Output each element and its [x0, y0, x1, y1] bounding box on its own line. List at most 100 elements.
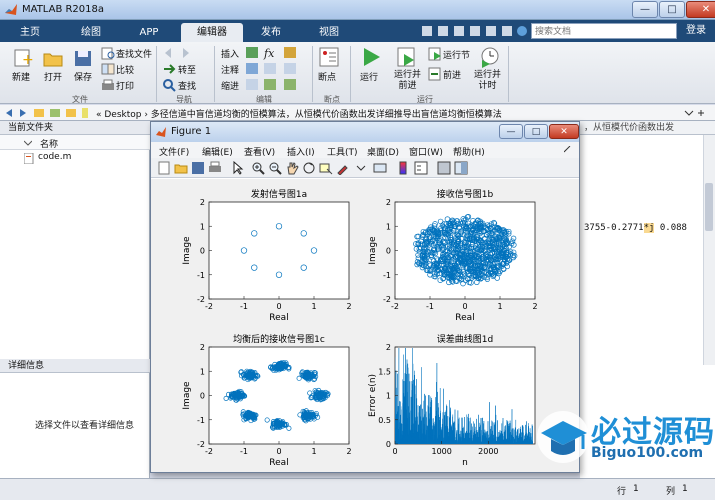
- menu-file[interactable]: 文件(F): [159, 145, 189, 158]
- run-advance-button[interactable]: 运行并 前进: [394, 70, 421, 92]
- open-file-icon[interactable]: [174, 161, 188, 175]
- find-button[interactable]: 查找: [178, 79, 196, 92]
- menu-insert[interactable]: 插入(I): [287, 145, 315, 158]
- tab-plots[interactable]: 绘图: [66, 23, 116, 42]
- vertical-scrollbar[interactable]: [703, 135, 715, 365]
- menu-view[interactable]: 查看(V): [244, 145, 275, 158]
- new-icon: +: [14, 49, 34, 68]
- figure-close-button[interactable]: ✕: [549, 124, 579, 139]
- brush-dropdown-icon[interactable]: [354, 161, 368, 175]
- compare-button[interactable]: 比较: [116, 63, 134, 76]
- y-axis-label: Image: [368, 236, 378, 265]
- subplot-1: -2 -1 0 1 2 -2 -1 0 1 2 发射信号图1a Real Image: [182, 188, 352, 323]
- comment-button[interactable]: 注释: [221, 63, 239, 76]
- figure-minimize-button[interactable]: —: [499, 124, 523, 139]
- run-button[interactable]: 运行: [360, 70, 378, 83]
- address-dropdown-icon[interactable]: [683, 108, 711, 118]
- menu-desktop[interactable]: 桌面(D): [367, 145, 399, 158]
- find-files-button[interactable]: 查找文件: [116, 47, 152, 60]
- file-list-header: 名称: [0, 135, 150, 150]
- output-highlight: *j: [643, 223, 655, 233]
- tab-view[interactable]: 视图: [304, 23, 354, 42]
- brush-icon[interactable]: [336, 161, 350, 175]
- ribbon-separator: [156, 46, 157, 102]
- breakpoints-button[interactable]: 断点: [318, 70, 336, 83]
- minimize-button[interactable]: —: [632, 1, 658, 18]
- save-figure-icon[interactable]: [191, 161, 205, 175]
- y-axis-label: Error e(n): [368, 374, 378, 417]
- run-time-button[interactable]: 运行并 计时: [474, 70, 501, 92]
- y-tick-label: 0: [200, 392, 205, 401]
- navigation-buttons-icon[interactable]: [4, 107, 90, 119]
- x-axis-label: Real: [455, 313, 474, 323]
- figure-maximize-button[interactable]: □: [524, 124, 548, 139]
- figure-window[interactable]: Figure 1 — □ ✕ 文件(F) 编辑(E) 查看(V) 插入(I) 工…: [150, 121, 580, 473]
- print-button[interactable]: 打印: [116, 79, 134, 92]
- goto-button[interactable]: 转至: [178, 63, 196, 76]
- new-button[interactable]: 新建: [12, 70, 30, 83]
- insert-button[interactable]: 插入: [221, 47, 239, 60]
- quick-access-toolbar[interactable]: [420, 24, 530, 38]
- figure-menubar: 文件(F) 编辑(E) 查看(V) 插入(I) 工具(T) 桌面(D) 窗口(W…: [151, 142, 579, 158]
- y-tick-label: 1: [386, 222, 391, 231]
- hide-plot-tools-icon[interactable]: [437, 161, 451, 175]
- tab-publish[interactable]: 发布: [246, 23, 296, 42]
- search-documentation-input[interactable]: [531, 23, 677, 39]
- edit-tools-icons[interactable]: fx: [244, 45, 304, 93]
- group-label-file: 文件: [72, 95, 88, 104]
- menu-tools[interactable]: 工具(T): [327, 145, 358, 158]
- figure-title: Figure 1: [171, 126, 212, 137]
- close-button[interactable]: ✕: [686, 1, 715, 18]
- goto-icon: [164, 64, 176, 74]
- menu-help[interactable]: 帮助(H): [453, 145, 485, 158]
- col-label: 列: [666, 487, 676, 497]
- tab-editor[interactable]: 编辑器: [181, 23, 243, 42]
- print-icon: [102, 79, 114, 90]
- address-bar[interactable]: « Desktop › 多径信道中盲信道均衡的恒模算法，从恒模代价函数出发详细推…: [0, 105, 715, 121]
- menu-edit[interactable]: 编辑(E): [202, 145, 233, 158]
- link-plot-icon[interactable]: [373, 161, 387, 175]
- find-icon: [163, 79, 176, 92]
- edit-plot-icon[interactable]: [231, 161, 245, 175]
- legend-icon[interactable]: [414, 161, 428, 175]
- rotate-3d-icon[interactable]: [302, 161, 316, 175]
- tab-home[interactable]: 主页: [8, 23, 52, 42]
- scrollbar-thumb[interactable]: [705, 183, 713, 231]
- figure-titlebar[interactable]: Figure 1 — □ ✕: [151, 122, 579, 142]
- col-value: 1: [682, 484, 688, 494]
- maximize-button[interactable]: □: [659, 1, 685, 18]
- new-figure-icon[interactable]: [157, 161, 171, 175]
- command-output: 3755-0.2771*j 0.088: [584, 223, 687, 233]
- group-label-edit: 编辑: [256, 95, 272, 104]
- graduation-cap-logo-icon: [537, 411, 589, 463]
- x-tick-label: 1: [497, 302, 502, 311]
- zoom-in-icon[interactable]: [251, 161, 265, 175]
- signin-button[interactable]: 登录: [681, 22, 711, 40]
- watermark-url: Biguo100.com: [591, 445, 704, 461]
- x-tick-label: 1000: [431, 447, 451, 456]
- column-name-header[interactable]: 名称: [40, 137, 58, 150]
- print-figure-icon[interactable]: [208, 161, 222, 175]
- zoom-out-icon[interactable]: [268, 161, 282, 175]
- show-plot-tools-icon[interactable]: [454, 161, 468, 175]
- menu-window[interactable]: 窗口(W): [409, 145, 443, 158]
- list-item[interactable]: code.m: [0, 151, 150, 165]
- advance-button[interactable]: 前进: [443, 68, 461, 81]
- colorbar-icon[interactable]: [397, 161, 411, 175]
- tab-apps[interactable]: APP: [124, 23, 174, 42]
- indent-button[interactable]: 缩进: [221, 79, 239, 92]
- pan-hand-icon[interactable]: [285, 161, 299, 175]
- x-tick-label: 2: [346, 302, 351, 311]
- matlab-logo-icon: [156, 127, 166, 137]
- run-section-button[interactable]: 运行节: [443, 48, 470, 61]
- data-cursor-icon[interactable]: [319, 161, 333, 175]
- row-label: 行: [617, 487, 627, 497]
- y-tick-label: 2: [386, 198, 391, 207]
- open-button[interactable]: 打开: [44, 70, 62, 83]
- m-file-icon: [24, 153, 34, 164]
- editor-ribbon: + 新建 打开 保存 查找文件 比较 打印 文件 转至 查找 导航 插入 注释 …: [0, 42, 715, 104]
- save-button[interactable]: 保存: [74, 70, 92, 83]
- menubar-arrow-icon[interactable]: [564, 146, 572, 154]
- figure-canvas[interactable]: -2 -1 0 1 2 -2 -1 0 1 2 发射信号图1a Real Image -2 -1 0 1 2 -2-…: [151, 179, 579, 472]
- matlab-titlebar: MATLAB R2018a — □ ✕: [0, 0, 715, 20]
